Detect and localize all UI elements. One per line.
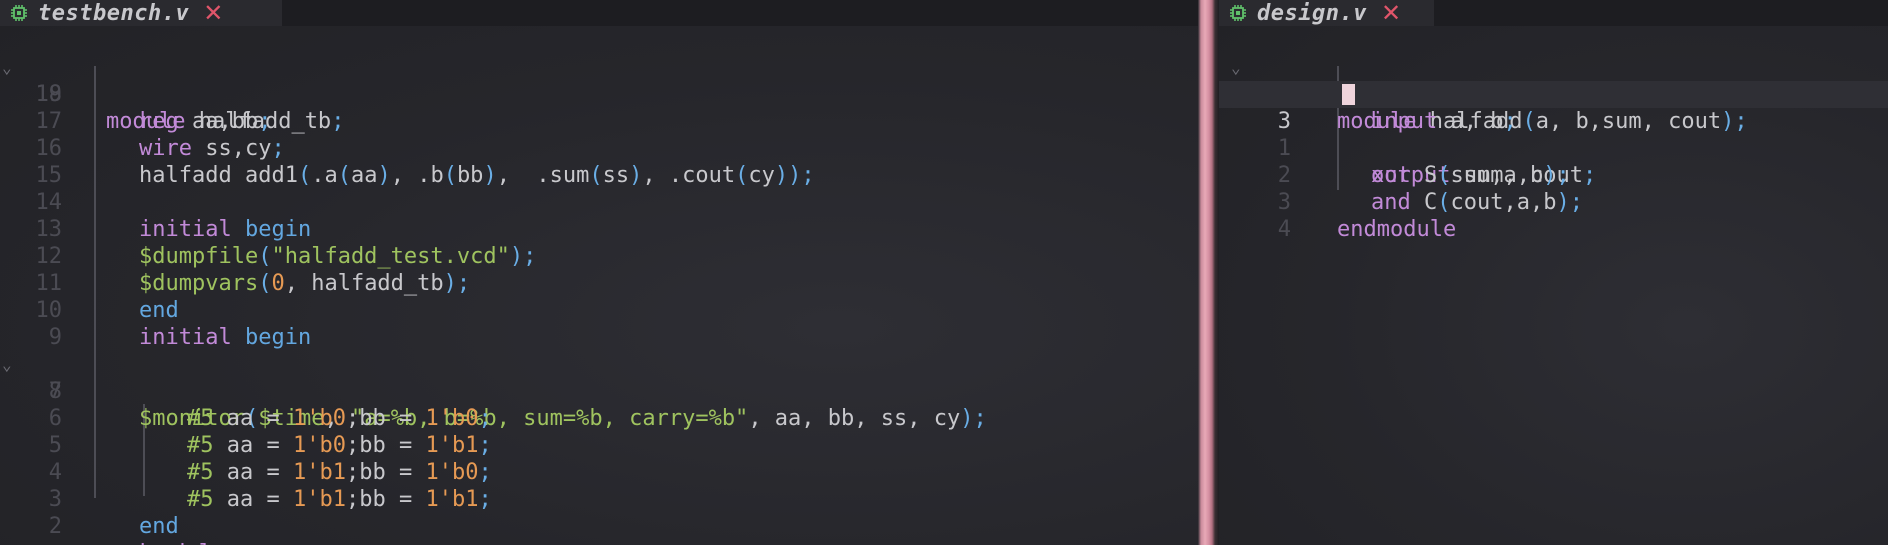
- code-line: 4 #5 aa = 1'b1;bb = 1'b1;: [0, 432, 1198, 512]
- code-text: endmodule: [106, 540, 225, 545]
- tab-design[interactable]: design.v ✕: [1219, 0, 1434, 26]
- code-line: 18 reg aa,bb;: [0, 54, 1198, 134]
- tab-bar: testbench.v ✕: [0, 0, 1198, 26]
- editor-pane-left: testbench.v ✕ ⌄ 19 module halfadd_tb; 18…: [0, 0, 1198, 545]
- code-line: 14 initial begin: [0, 162, 1198, 242]
- code-line: ⌄ 2 module halfadd(a, b,sum, cout);: [1219, 27, 1888, 134]
- code-line: 3 endmodule: [1219, 162, 1888, 242]
- code-line: 15: [0, 135, 1198, 188]
- text-cursor: [1342, 84, 1355, 105]
- code-text: endmodule: [1337, 217, 1457, 242]
- editor-pane-right: design.v ✕ ⌄ 2 module halfadd(a, b,sum, …: [1219, 0, 1888, 545]
- code-line: 2 and C(cout,a,b);: [1219, 135, 1888, 215]
- tab-bar: design.v ✕: [1219, 0, 1888, 26]
- code-line: 2 endmodule: [0, 486, 1198, 545]
- code-line: 16 halfadd add1(.a(aa), .b(bb), .sum(ss)…: [0, 108, 1198, 188]
- line-number: 4: [1277, 217, 1291, 242]
- line-number: 2: [48, 514, 62, 539]
- code-line: 4: [1219, 189, 1888, 242]
- code-line: 7 #5 aa = 1'b0;bb = 1'b0;: [0, 351, 1198, 431]
- close-tab-icon[interactable]: ✕: [1381, 0, 1401, 26]
- split-divider-handle[interactable]: [1198, 0, 1219, 545]
- code-line: ⌄ 19 module halfadd_tb;: [0, 27, 1198, 134]
- code-line: 13 $dumpfile("halfadd_test.vcd");: [0, 189, 1198, 269]
- tab-title: testbench.v: [38, 0, 190, 26]
- code-text: end: [139, 514, 179, 539]
- chip-icon: [10, 4, 28, 22]
- code-line: 17 wire ss,cy;: [0, 81, 1198, 161]
- chip-icon: [1229, 4, 1247, 22]
- code-line: ⌄ 8 $monitor($time, "a=%b, b=%b, sum=%b,…: [0, 324, 1198, 431]
- code-line: 11 end: [0, 243, 1198, 323]
- code-line-current: 3 output sum, cout;: [1219, 81, 1888, 188]
- code-line: 1 xor S(sum,a,b);: [1219, 108, 1888, 188]
- code-line: 1 input a, b;: [1219, 54, 1888, 134]
- code-editor-design[interactable]: ⌄ 2 module halfadd(a, b,sum, cout); 1 in…: [1219, 27, 1888, 545]
- tab-testbench[interactable]: testbench.v ✕: [0, 0, 282, 26]
- code-editor-testbench[interactable]: ⌄ 19 module halfadd_tb; 18 reg aa,bb; 17…: [0, 27, 1198, 545]
- code-line: 9: [0, 297, 1198, 350]
- code-line: 3 end: [0, 459, 1198, 539]
- code-line: 12 $dumpvars(0, halfadd_tb);: [0, 216, 1198, 296]
- code-line: 5 #5 aa = 1'b1;bb = 1'b0;: [0, 405, 1198, 485]
- code-line: 6 #5 aa = 1'b0;bb = 1'b1;: [0, 378, 1198, 458]
- code-line: 10 initial begin: [0, 270, 1198, 350]
- close-tab-icon[interactable]: ✕: [203, 0, 223, 26]
- tab-title: design.v: [1257, 0, 1367, 26]
